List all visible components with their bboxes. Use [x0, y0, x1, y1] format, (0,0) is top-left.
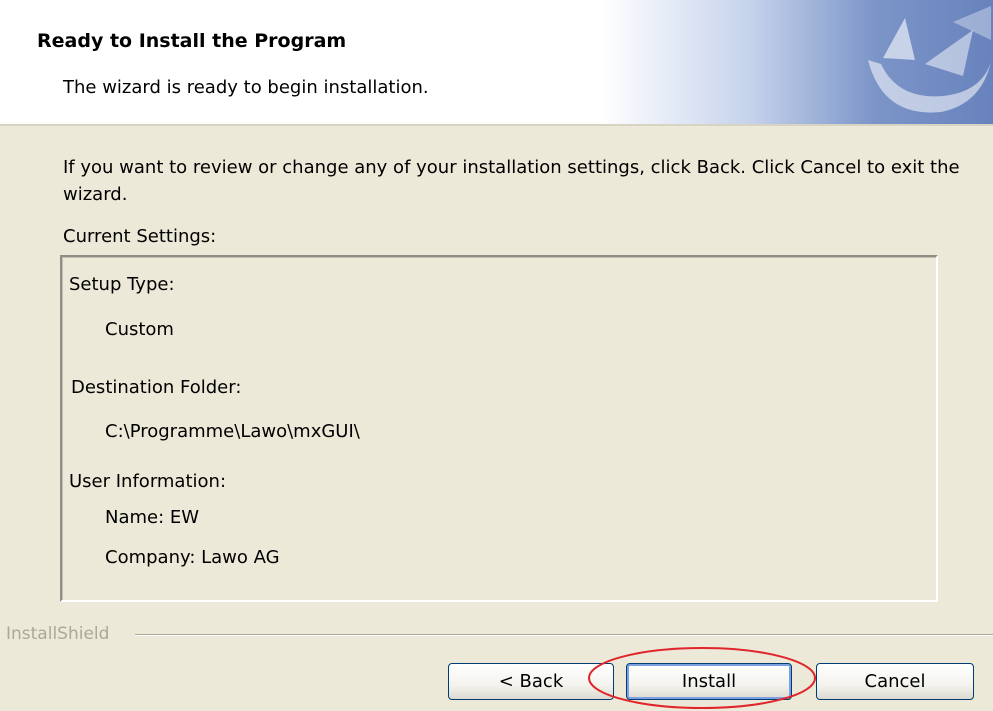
page-subtitle: The wizard is ready to begin installatio…: [63, 77, 429, 98]
cancel-button[interactable]: Cancel: [816, 663, 974, 700]
user-company-value: Company: Lawo AG: [105, 547, 280, 568]
installshield-brand-label: InstallShield: [6, 624, 110, 644]
intro-text: If you want to review or change any of y…: [63, 157, 960, 205]
user-information-label: User Information:: [69, 471, 227, 492]
setup-type-label: Setup Type:: [69, 274, 175, 295]
back-button[interactable]: < Back: [448, 663, 614, 700]
destination-folder-label: Destination Folder:: [71, 377, 242, 398]
destination-folder-value: C:\Programme\Lawo\mxGUI\: [105, 421, 360, 442]
installshield-logo-icon: [868, 6, 991, 113]
page-title: Ready to Install the Program: [37, 30, 347, 52]
install-button[interactable]: Install: [626, 663, 792, 700]
user-name-value: Name: EW: [105, 507, 200, 528]
current-settings-box[interactable]: Setup Type: Custom Destination Folder: C…: [60, 255, 938, 602]
footer-divider: [135, 634, 993, 636]
header-banner: [600, 0, 993, 124]
setup-type-value: Custom: [105, 319, 174, 340]
wizard-header: Ready to Install the Program The wizard …: [0, 0, 993, 126]
current-settings-label: Current Settings:: [63, 226, 217, 247]
